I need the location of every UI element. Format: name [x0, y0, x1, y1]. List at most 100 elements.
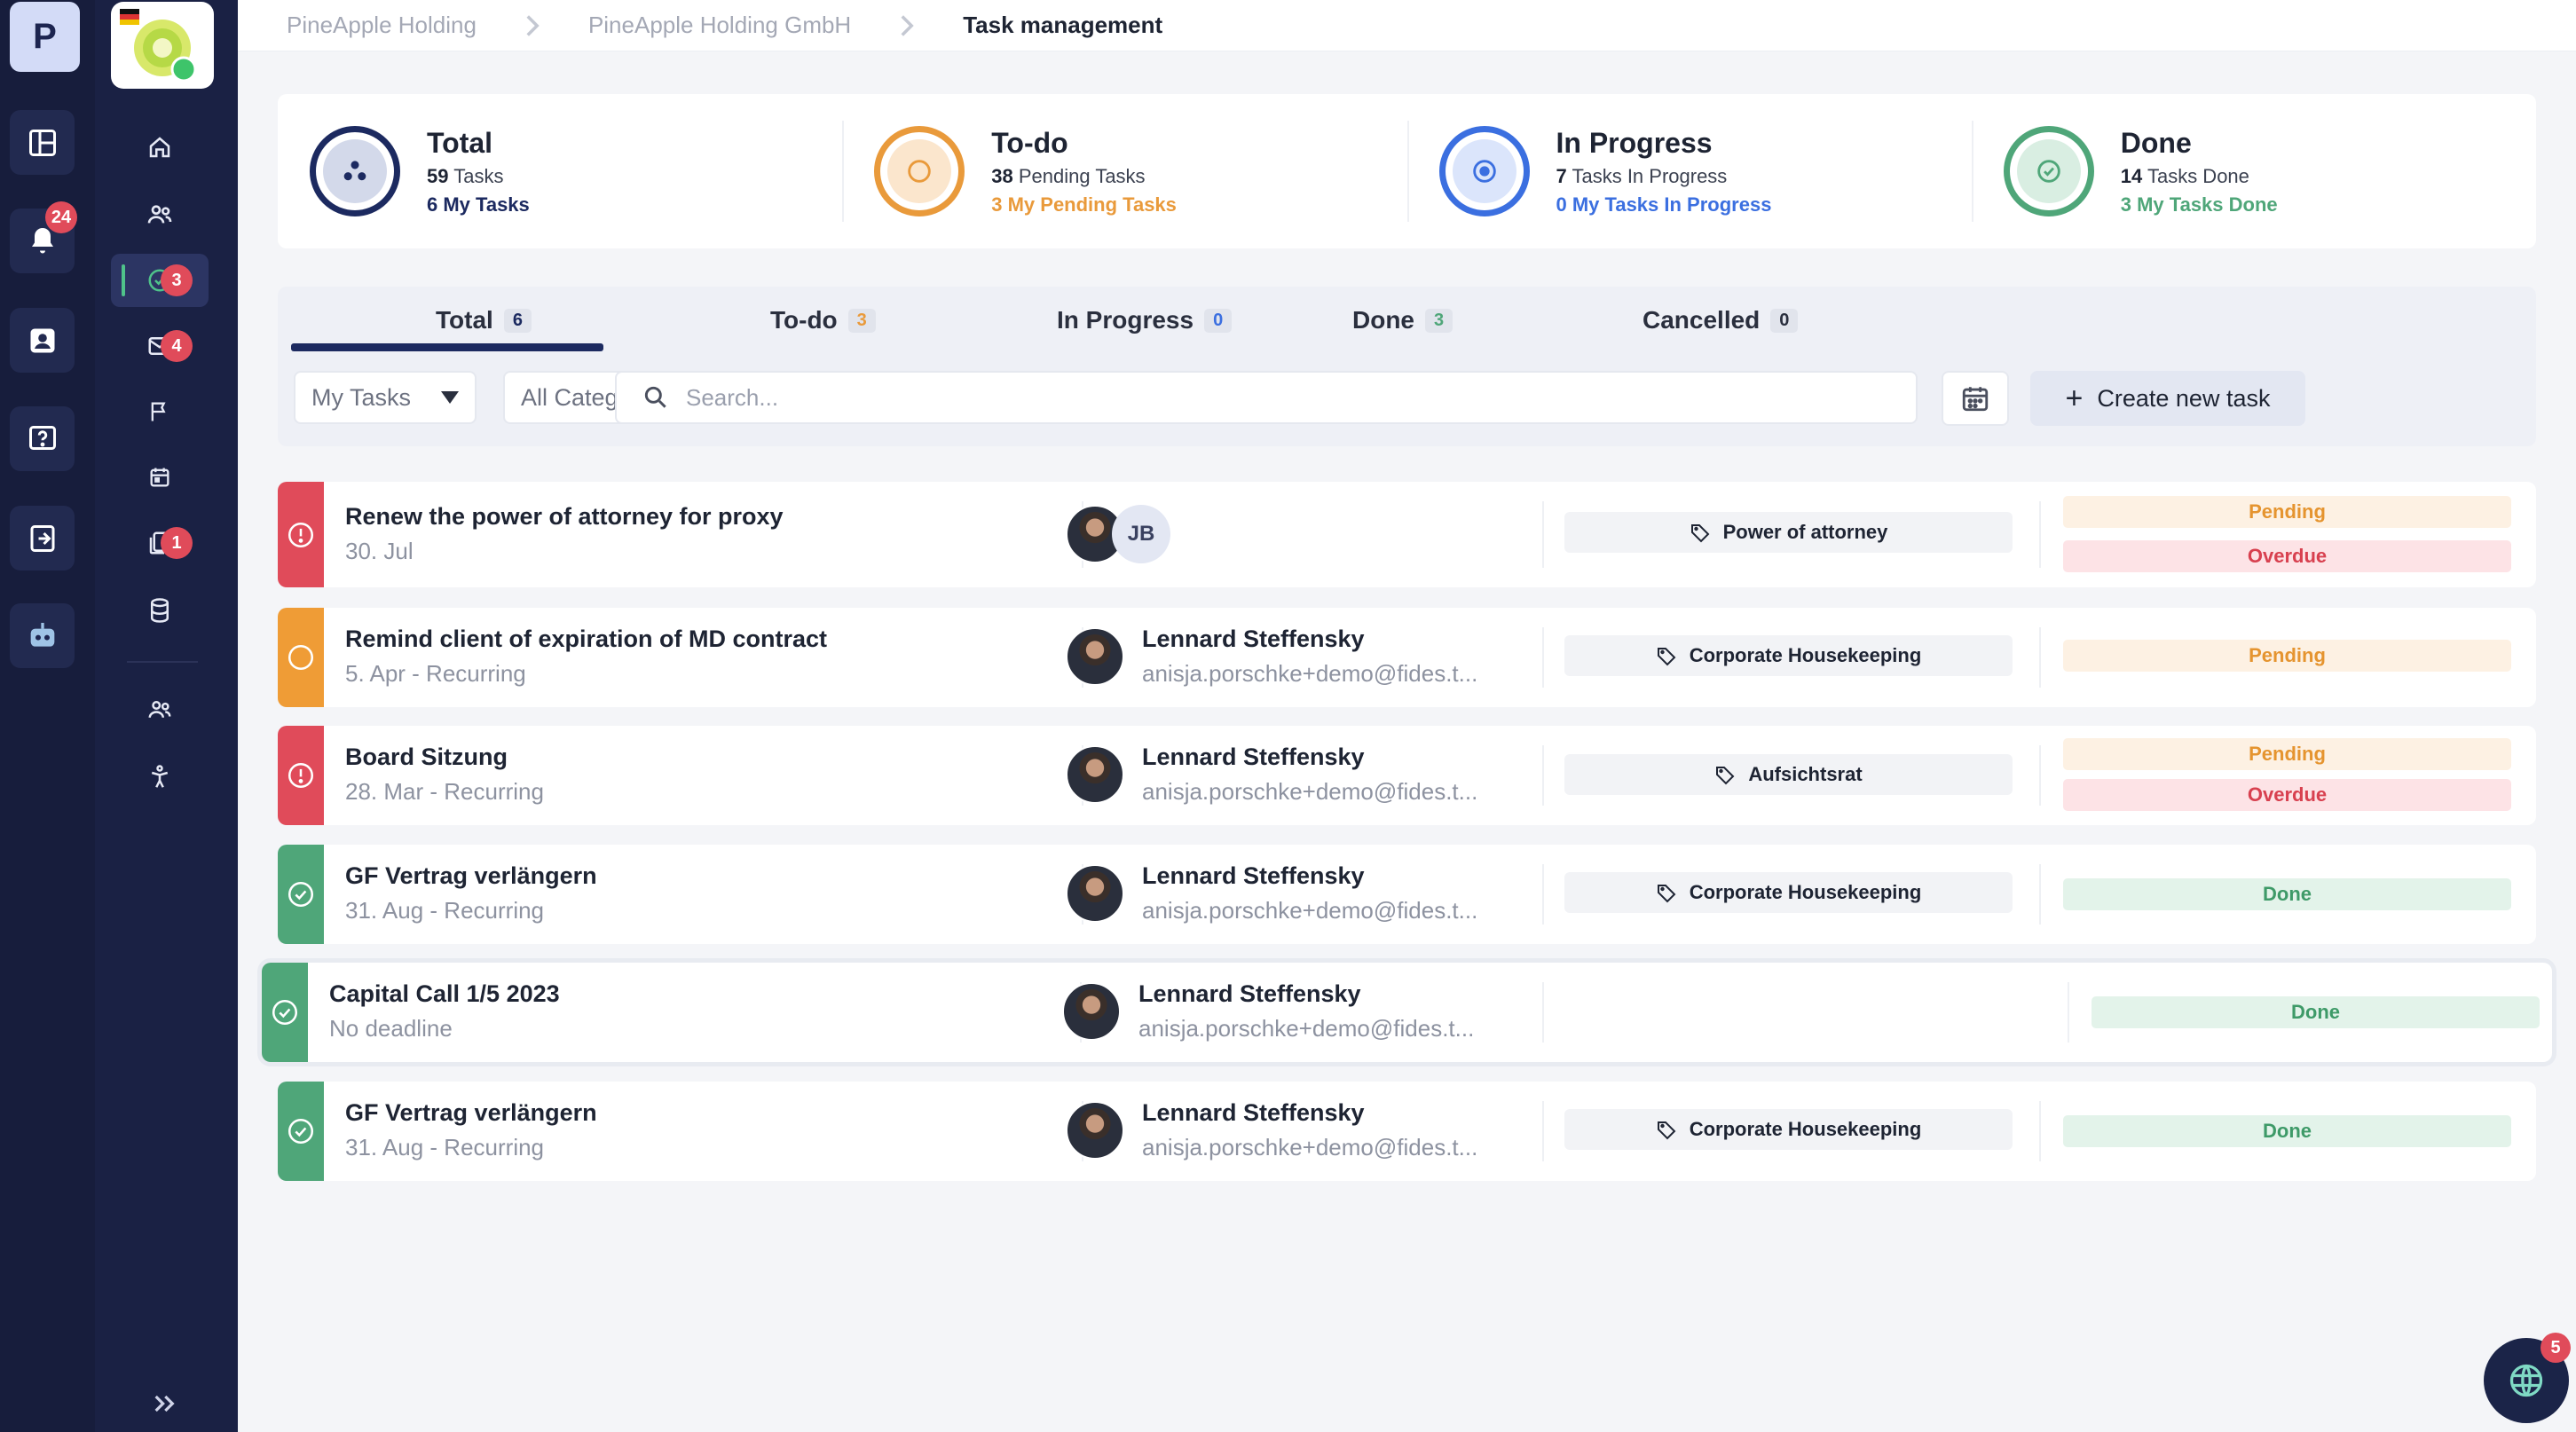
overdue-alert-icon [278, 482, 324, 587]
tag-icon [1656, 1119, 1677, 1140]
column-divider [1542, 864, 1544, 925]
flag-icon[interactable] [111, 385, 209, 438]
app-logo-letter: P [33, 17, 57, 56]
assignee-name: Lennard Steffensky [1142, 1099, 1365, 1126]
nav-divider [127, 661, 198, 663]
team-icon[interactable] [111, 683, 209, 736]
task-row[interactable]: GF Vertrag verlängern 31. Aug - Recurrin… [278, 845, 2536, 944]
assistant-bot-icon[interactable] [10, 603, 75, 668]
done-ring-icon [2003, 126, 2094, 216]
stat-in-progress[interactable]: In Progress 7 Tasks In Progress 0 My Tas… [1406, 94, 1972, 248]
search-icon [644, 386, 666, 408]
category-tag[interactable]: Aufsichtsrat [1564, 754, 2013, 795]
task-row[interactable]: GF Vertrag verlängern 31. Aug - Recurrin… [278, 1082, 2536, 1181]
category-tag[interactable]: Power of attorney [1564, 512, 2013, 553]
tab-total[interactable]: Total 6 [436, 306, 532, 334]
tab-in-progress[interactable]: In Progress 0 [1057, 306, 1233, 334]
stat-title: In Progress [1556, 126, 1713, 159]
task-row[interactable]: Renew the power of attorney for proxy 30… [278, 482, 2536, 587]
column-divider [2068, 982, 2069, 1043]
accessibility-icon[interactable] [111, 751, 209, 804]
done-check-icon [278, 1082, 324, 1181]
status-badge-pending: Pending [2063, 738, 2511, 770]
status-badge-done: Done [2063, 1115, 2511, 1147]
status-badge-overdue: Overdue [2063, 779, 2511, 811]
assignee-email: anisja.porschke+demo@fides.t... [1142, 778, 1478, 805]
assignee-email: anisja.porschke+demo@fides.t... [1138, 1015, 1475, 1042]
breadcrumb: PineApple Holding PineApple Holding GmbH… [238, 0, 2576, 51]
tab-todo[interactable]: To-do 3 [770, 306, 876, 334]
column-divider [2039, 745, 2041, 806]
create-task-button[interactable]: + Create new task [2030, 371, 2305, 426]
assignee-initials: JB [1112, 505, 1170, 563]
globe-icon [2509, 1364, 2543, 1397]
stat-line1: 38 Pending Tasks [991, 164, 1146, 187]
avatar [1066, 627, 1124, 686]
assignee-email: anisja.porschke+demo@fides.t... [1142, 1134, 1478, 1161]
category-tag[interactable]: Corporate Housekeeping [1564, 872, 2013, 913]
tab-done[interactable]: Done 3 [1352, 306, 1453, 334]
in-progress-ring-icon [1438, 126, 1530, 216]
documents-icon[interactable]: 1 [111, 516, 209, 570]
stat-title: Done [2120, 126, 2192, 159]
assignee: Lennard Steffensky anisja.porschke+demo@… [1142, 862, 1477, 925]
assignee-select[interactable]: My Tasks [294, 371, 477, 424]
assignee: Lennard Steffensky anisja.porschke+demo@… [1142, 1099, 1477, 1161]
stat-line2: 6 My Tasks [427, 193, 530, 216]
help-icon[interactable] [10, 406, 75, 471]
avatar [1066, 1101, 1124, 1160]
users-icon[interactable] [111, 188, 209, 241]
avatar [1066, 864, 1124, 923]
column-divider [1542, 501, 1544, 568]
breadcrumb-gmbh[interactable]: PineApple Holding GmbH [588, 12, 851, 39]
status-badge-done: Done [2092, 996, 2540, 1028]
help-center-button[interactable]: 5 [2484, 1333, 2571, 1423]
category-tag[interactable]: Corporate Housekeeping [1564, 1109, 2013, 1150]
task-date: 30. Jul [345, 538, 414, 564]
task-date: No deadline [329, 1015, 453, 1042]
stat-done[interactable]: Done 14 Tasks Done 3 My Tasks Done [1971, 94, 2536, 248]
notifications-bell-icon[interactable]: 24 [10, 201, 77, 273]
organization-logo[interactable] [111, 2, 214, 89]
search-input[interactable] [686, 383, 1839, 412]
stat-title: Total [427, 126, 493, 159]
home-icon[interactable] [111, 121, 209, 174]
task-date: 31. Aug - Recurring [345, 897, 545, 924]
category-tag[interactable]: Corporate Housekeeping [1564, 635, 2013, 676]
stat-total[interactable]: Total 59 Tasks 6 My Tasks [278, 94, 842, 248]
avatar [1062, 982, 1121, 1041]
task-row[interactable]: Capital Call 1/5 2023 No deadline Lennar… [262, 963, 2552, 1062]
tag-icon [1656, 882, 1677, 903]
stat-todo[interactable]: To-do 38 Pending Tasks 3 My Pending Task… [842, 94, 1406, 248]
active-tab-indicator [291, 343, 603, 351]
assignee-name: Lennard Steffensky [1138, 980, 1361, 1007]
calendar-icon[interactable] [111, 451, 209, 504]
task-title: Board Sitzung [345, 744, 508, 770]
app-logo[interactable]: P [10, 2, 80, 72]
task-row[interactable]: Board Sitzung 28. Mar - Recurring Lennar… [278, 726, 2536, 825]
assignee: Lennard Steffensky anisja.porschke+demo@… [1138, 980, 1474, 1043]
inbox-icon[interactable]: 4 [111, 319, 209, 373]
tasks-icon[interactable]: 3 [111, 254, 209, 307]
main-navigation: 3 4 1 [95, 0, 238, 1432]
avatar [1066, 745, 1124, 804]
assignee-name: Lennard Steffensky [1142, 626, 1365, 652]
tab-count: 3 [1425, 308, 1453, 333]
calendar-icon [1962, 387, 1989, 412]
column-divider [2039, 864, 2041, 925]
task-row[interactable]: Remind client of expiration of MD contra… [278, 608, 2536, 707]
tab-count: 6 [503, 308, 532, 333]
status-badge-done: Done [2063, 878, 2511, 910]
tab-cancelled[interactable]: Cancelled 0 [1642, 306, 1799, 334]
expand-sidebar-icon[interactable] [148, 1389, 180, 1422]
calendar-filter-button[interactable] [1942, 371, 2009, 426]
logout-icon[interactable] [10, 506, 75, 570]
caret-down-icon [441, 391, 459, 404]
help-badge: 5 [2541, 1333, 2571, 1363]
assignee-email: anisja.porschke+demo@fides.t... [1142, 897, 1478, 924]
dashboard-icon[interactable] [10, 110, 75, 175]
database-icon[interactable] [111, 584, 209, 637]
contacts-icon[interactable] [10, 308, 75, 373]
breadcrumb-holding[interactable]: PineApple Holding [287, 12, 477, 39]
column-divider [1542, 745, 1544, 806]
